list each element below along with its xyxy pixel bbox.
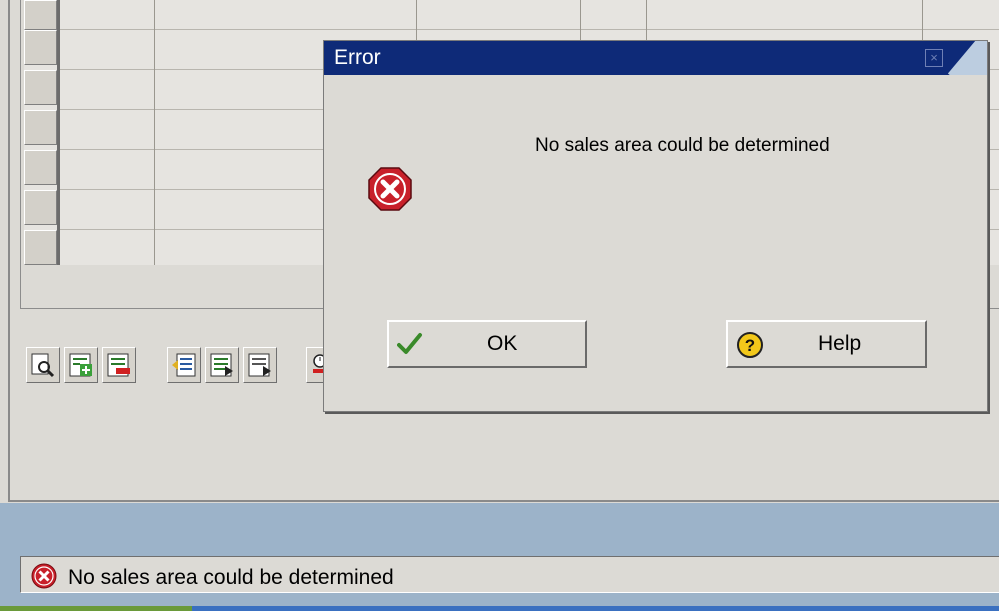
delete-row-button[interactable]	[102, 347, 136, 383]
row-selector[interactable]	[24, 190, 57, 225]
error-dialog: Error × No sales area could be determine…	[323, 40, 988, 412]
row-selector[interactable]	[24, 0, 57, 30]
row-selector[interactable]	[24, 70, 57, 105]
list-icon	[210, 353, 233, 377]
panel-border	[8, 500, 999, 502]
import-button[interactable]	[167, 347, 201, 383]
taskbar-strip	[192, 606, 999, 611]
row-selector[interactable]	[24, 110, 57, 145]
status-bar: No sales area could be determined	[0, 548, 999, 611]
error-stop-icon	[368, 167, 412, 211]
help-question-icon: ?	[737, 332, 763, 358]
export-icon	[248, 353, 271, 377]
details-icon	[31, 353, 55, 378]
row-selector[interactable]	[24, 30, 57, 65]
export-button[interactable]	[243, 347, 277, 383]
dialog-message: No sales area could be determined	[535, 135, 830, 156]
footer-band	[0, 503, 999, 548]
row-header-edge	[57, 0, 60, 265]
dialog-title: Error	[334, 46, 381, 69]
grid-column-line	[154, 0, 155, 265]
svg-text:?: ?	[745, 336, 755, 355]
import-icon	[172, 353, 196, 377]
help-button[interactable]: ? Help	[726, 320, 927, 368]
status-message-field[interactable]: No sales area could be determined	[20, 556, 999, 593]
list-button[interactable]	[205, 347, 239, 383]
ok-button-label: OK	[487, 332, 518, 355]
dialog-titlebar[interactable]: Error ×	[324, 41, 987, 75]
error-icon	[31, 563, 57, 589]
row-selector[interactable]	[24, 230, 57, 265]
taskbar-start-strip	[0, 606, 192, 611]
delete-row-icon	[107, 353, 130, 377]
row-selector[interactable]	[24, 150, 57, 185]
titlebar-corner-notch	[947, 41, 987, 75]
ok-button[interactable]: OK	[387, 320, 587, 368]
dialog-close-button[interactable]: ×	[925, 49, 943, 67]
checkmark-icon	[397, 333, 422, 354]
details-button[interactable]	[26, 347, 60, 383]
help-button-label: Help	[818, 332, 862, 355]
add-row-icon	[69, 353, 92, 377]
grid-line	[60, 29, 999, 30]
panel-border	[8, 0, 10, 500]
status-message: No sales area could be determined	[68, 566, 394, 589]
add-row-button[interactable]	[64, 347, 98, 383]
